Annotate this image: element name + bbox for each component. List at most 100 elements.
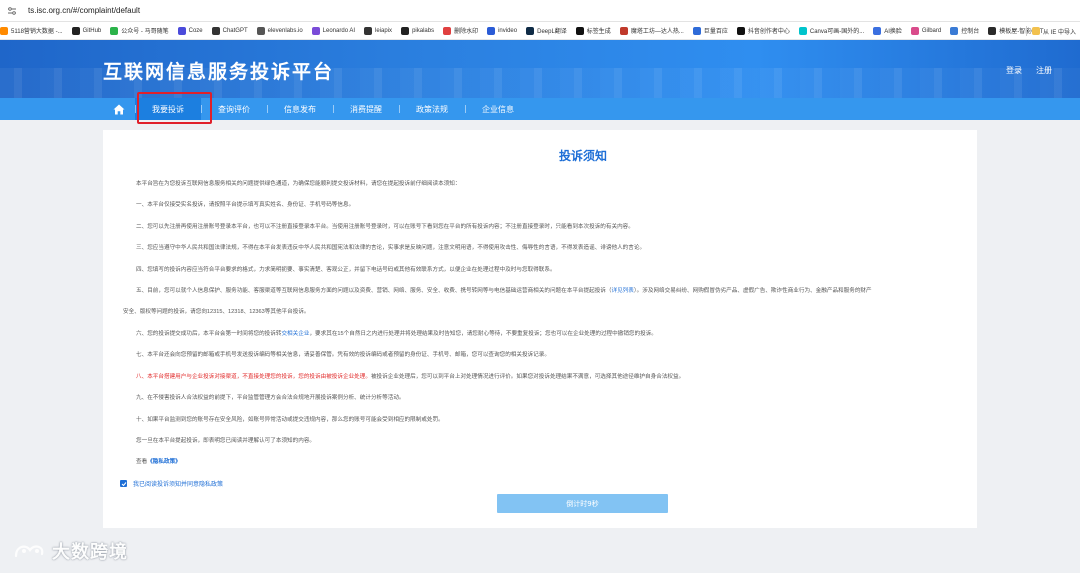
bookmark-item[interactable]: invideo <box>487 26 518 35</box>
bookmark-item[interactable]: 魔塔工坊—达人热... <box>619 26 684 35</box>
notice-item-4: 四、您填写的投诉内容应当符合平台要求的格式，力求简明扼要、事实清楚、客观公正，并… <box>136 267 556 273</box>
site-title: 互联网信息服务投诉平台 <box>103 61 335 83</box>
bookmark-label: leiapix <box>375 27 393 34</box>
nav-item-policy[interactable]: 政策法规 <box>399 98 465 120</box>
scope-list-link[interactable]: 详见列表 <box>611 288 633 294</box>
register-link[interactable]: 注册 <box>1036 65 1052 76</box>
notice-item-2: 二、您可以先注册再使用注册账号登录本平台，也可以不注册直接登录本平台。当使用注册… <box>136 224 634 230</box>
bookmark-label: 5118营销大数据 -... <box>11 29 63 35</box>
bookmark-item[interactable]: 公众号 - 马哥随笔 <box>110 26 169 35</box>
notice-item-9: 九、在不侵害投诉人合法权益的前提下，平台监管管理方会合法合规地开展投诉案例分析、… <box>136 395 405 401</box>
bookmark-favicon-icon <box>364 26 373 35</box>
bookmark-item[interactable]: GitHub <box>71 26 101 35</box>
bookmark-label: AI换脸 <box>884 29 902 35</box>
notice-item-6-part-a: 六、您的投诉提交成功后，本平台会第一时间将您的投诉转 <box>136 331 282 337</box>
bookmark-favicon-icon <box>177 26 186 35</box>
bookmark-favicon-icon <box>575 26 584 35</box>
bookmark-favicon-icon <box>910 26 919 35</box>
agree-checkbox[interactable] <box>120 480 127 487</box>
bookmark-favicon-icon <box>443 26 452 35</box>
bookmarks-separator <box>1025 26 1027 36</box>
related-enterprise-link[interactable]: 交相关企业 <box>281 331 309 337</box>
bookmark-item[interactable]: 标签生成 <box>575 26 611 35</box>
bookmark-favicon-icon <box>526 26 535 35</box>
privacy-policy-link[interactable]: 《隐私政策》 <box>147 459 181 465</box>
notice-item-5: 五、目前，您可以就个人信息保护、服务功能、客服渠道等互联网信息服务方面的问题以及… <box>136 287 872 295</box>
bookmark-label: pikalabs <box>412 27 435 34</box>
bookmark-item[interactable]: Coze <box>177 26 203 35</box>
nav-item-enterprise-info[interactable]: 企业信息 <box>465 98 531 120</box>
bookmark-label: 控制台 <box>961 29 980 35</box>
bookmark-label: 抖音创作者中心 <box>747 29 790 35</box>
bookmark-favicon-icon <box>798 26 807 35</box>
notice-item-8-part-b: 被投诉企业处理后，您可以到平台上对处理情况进行评价。如果您对投诉处理结果不满意，… <box>370 374 685 380</box>
bookmark-favicon-icon <box>0 26 8 35</box>
bookmark-label: 巨量百应 <box>703 29 728 35</box>
bookmark-favicon-icon <box>619 26 628 35</box>
nav-item-info-release[interactable]: 信息发布 <box>267 98 333 120</box>
notice-item-5-part-a: 五、目前，您可以就个人信息保护、服务功能、客服渠道等互联网信息服务方面的问题以及… <box>136 288 612 294</box>
bookmark-favicon-icon <box>211 26 220 35</box>
bookmark-item[interactable]: leiapix <box>364 26 393 35</box>
notice-item-1: 一、本平台仅接受实名投诉，请按照平台提示填写真实姓名、身份证、手机号码等信息。 <box>136 202 355 208</box>
bookmark-item[interactable]: 删除水印 <box>443 26 478 35</box>
bookmark-item[interactable]: ChatGPT <box>211 26 248 35</box>
privacy-policy-line: 查看《隐私政策》 <box>136 458 181 466</box>
watermark-logo-icon <box>14 545 44 558</box>
countdown-button[interactable]: 倒计时9秒 <box>497 494 668 513</box>
bookmark-label: elevenlabs.io <box>267 27 303 34</box>
nav-item-consumer-alert[interactable]: 消费提醒 <box>333 98 399 120</box>
bookmark-item[interactable]: elevenlabs.io <box>256 26 303 35</box>
bookmark-favicon-icon <box>736 26 745 35</box>
annotation-highlight <box>137 92 212 124</box>
notice-item-8-warning: 八、本平台搭建用户与企业投诉对接渠道，不直接处理您的投诉，您的投诉由被投诉企业处… <box>136 374 371 380</box>
bookmark-favicon-icon <box>873 26 882 35</box>
url-text[interactable]: ts.isc.org.cn/#/complaint/default <box>28 6 140 15</box>
site-info-icon[interactable] <box>6 5 18 17</box>
bookmark-label: Gilbard <box>921 27 942 34</box>
complaint-notice-card: 投诉须知 本平台旨在为您投诉互联网信息服务相关的问题提供绿色通道，为确保您能顺利… <box>103 130 977 528</box>
bookmark-item[interactable]: 抖音创作者中心 <box>736 26 790 35</box>
notice-item-6: 六、您的投诉提交成功后，本平台会第一时间将您的投诉转交相关企业，要求其在15个自… <box>136 330 657 338</box>
bookmark-item[interactable]: 巨量百应 <box>692 26 728 35</box>
bookmark-item[interactable]: Gilbard <box>910 26 942 35</box>
bookmark-favicon-icon <box>71 26 80 35</box>
bookmarks-overflow[interactable]: 从 IE 中导入 <box>1025 22 1076 40</box>
bookmark-label: Canva可画-国外的... <box>809 29 865 35</box>
agree-checkbox-row[interactable]: 我已阅读投诉须知并同意隐私政策 <box>120 479 223 488</box>
bookmark-favicon-icon <box>988 26 997 35</box>
notice-item-3: 三、您应当遵守中华人民共和国法律法规，不得在本平台发表违反中华人民共和国宪法和法… <box>136 245 646 251</box>
import-bookmarks-link[interactable]: 从 IE 中导入 <box>1043 27 1076 36</box>
notice-intro: 本平台旨在为您投诉互联网信息服务相关的问题提供绿色通道，为确保您能顺利提交投诉材… <box>136 181 461 187</box>
bookmark-favicon-icon <box>487 26 496 35</box>
bookmark-item[interactable]: DeepL翻译 <box>526 26 567 35</box>
bookmark-item[interactable]: Leonardo AI <box>311 26 356 35</box>
bookmark-item[interactable]: pikalabs <box>401 26 435 35</box>
bookmark-item[interactable]: Canva可画-国外的... <box>798 26 865 35</box>
notice-item-6-part-b: ，要求其在15个自然日之内进行处理并将处理结果及时告知您，请您耐心等待，不要重复… <box>309 331 657 337</box>
site-banner: 互联网信息服务投诉平台 登录 注册 <box>0 40 1080 98</box>
view-prefix: 查看 <box>136 459 148 465</box>
bookmark-favicon-icon <box>256 26 265 35</box>
bookmark-favicon-icon <box>692 26 701 35</box>
bookmark-label: invideo <box>498 27 518 34</box>
notice-item-10: 十、如果平台监测到您的账号存在安全风险，如账号异常活动或提交违规内容，那么您的账… <box>136 417 444 423</box>
bookmark-label: Leonardo AI <box>322 27 356 34</box>
bookmark-favicon-icon <box>110 26 119 35</box>
login-link[interactable]: 登录 <box>1006 65 1022 76</box>
browser-url-bar[interactable]: ts.isc.org.cn/#/complaint/default <box>0 0 1080 22</box>
home-icon[interactable] <box>103 98 135 120</box>
bookmark-favicon-icon <box>311 26 320 35</box>
notice-closing: 您一旦在本平台提起投诉，即表明您已阅读并理解认可了本须知的内容。 <box>136 438 316 444</box>
bookmark-item[interactable]: 5118营销大数据 -... <box>0 26 63 35</box>
bookmark-item[interactable]: 控制台 <box>950 26 979 35</box>
agree-label[interactable]: 我已阅读投诉须知并同意隐私政策 <box>133 479 223 488</box>
notice-item-5-continued: 安全、版权等问题的投诉，请您向12315、12318、12363等其他平台投诉。 <box>123 309 310 315</box>
watermark: 大数跨境 <box>12 538 128 564</box>
bookmark-label: ChatGPT <box>222 27 248 34</box>
folder-icon <box>1031 27 1040 35</box>
bookmark-item[interactable]: AI换脸 <box>873 26 902 35</box>
bookmark-favicon-icon <box>401 26 410 35</box>
notice-item-8: 八、本平台搭建用户与企业投诉对接渠道，不直接处理您的投诉，您的投诉由被投诉企业处… <box>136 373 684 381</box>
auth-links: 登录 注册 <box>1006 65 1052 76</box>
